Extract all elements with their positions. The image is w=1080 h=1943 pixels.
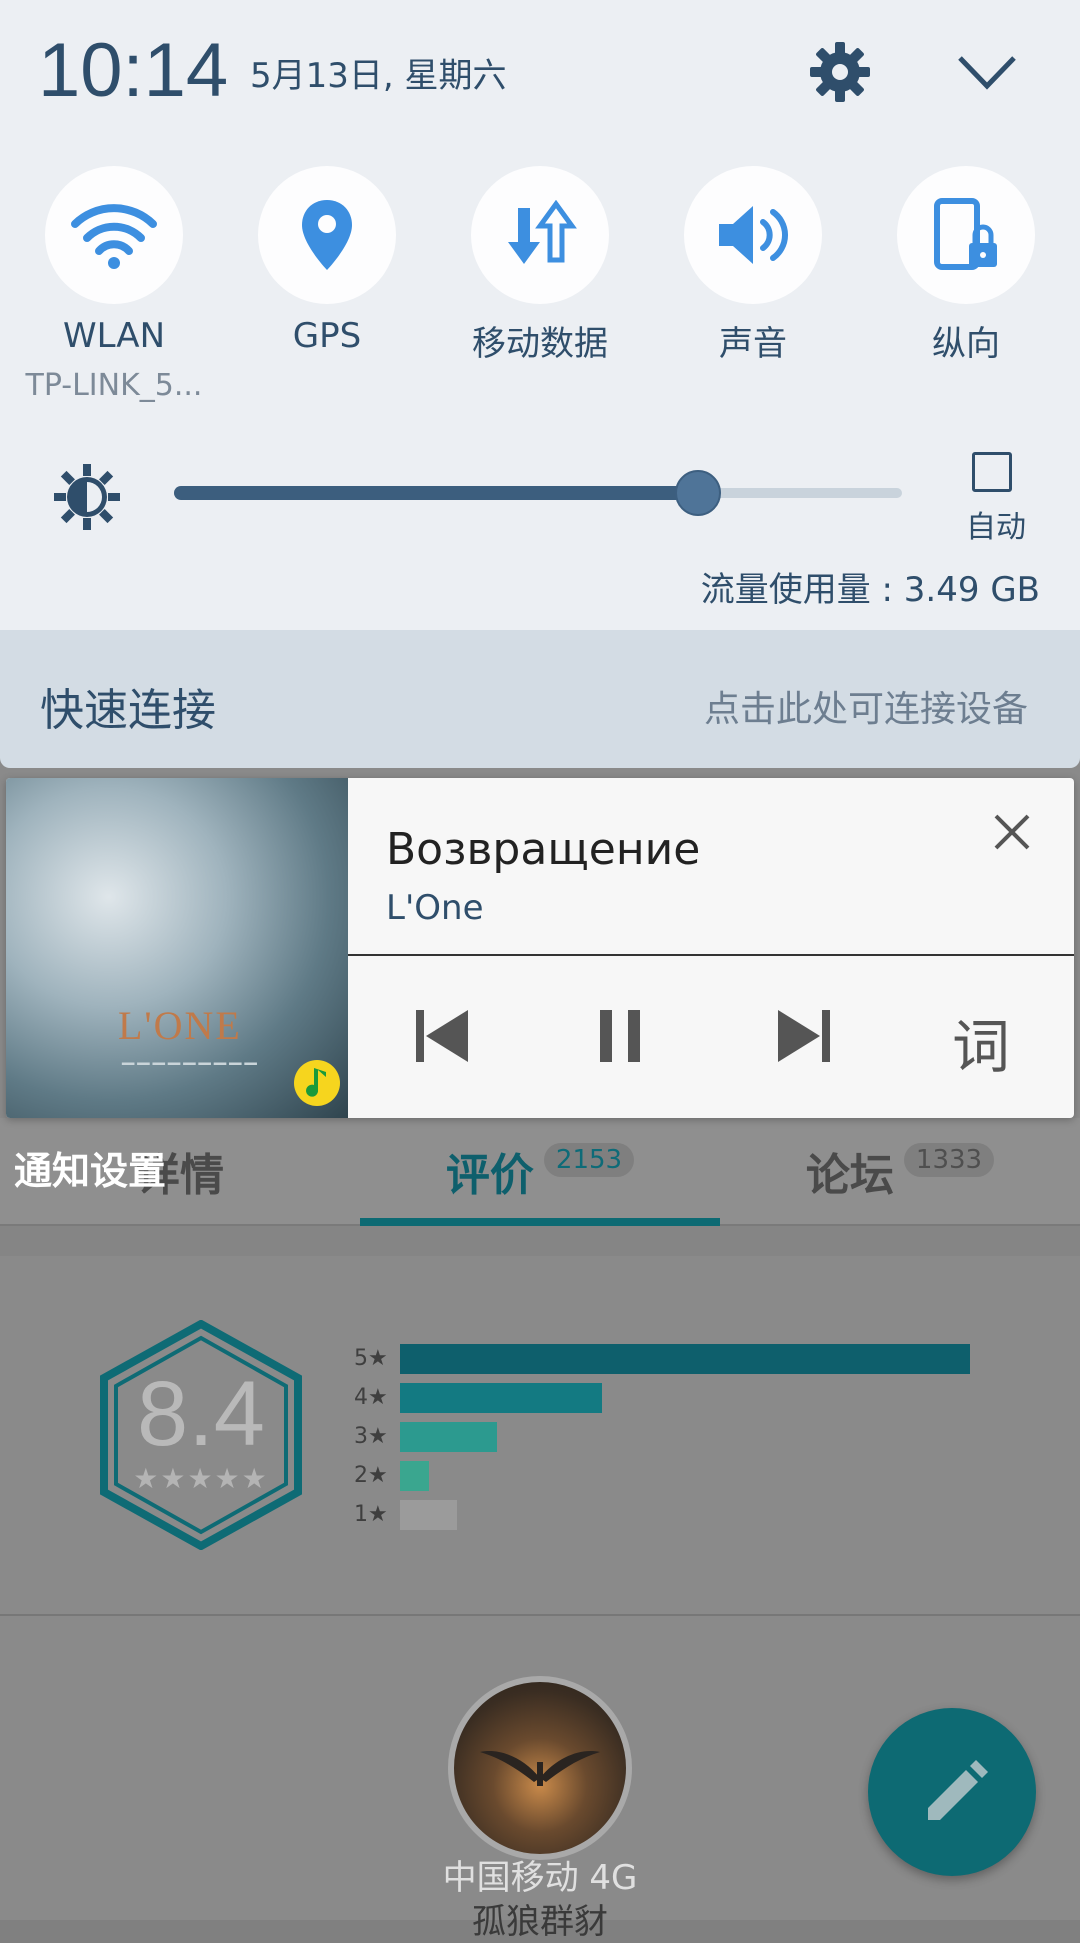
rating-bar-row: 3★	[354, 1422, 970, 1452]
clock: 10:14	[38, 28, 229, 113]
data-usage-text: 流量使用量 : 3.49 GB	[700, 570, 1040, 610]
auto-brightness-checkbox[interactable]	[972, 452, 1012, 492]
auto-brightness-label: 自动	[966, 510, 1026, 545]
tile-sound[interactable]: 声音	[684, 166, 822, 364]
active-tab-indicator	[360, 1218, 720, 1226]
brightness-slider-fill	[174, 486, 698, 500]
wifi-icon	[71, 204, 157, 269]
rating-bar-label: 4★	[354, 1385, 388, 1410]
tile-wlan-ssid: TP-LINK_5...	[25, 368, 203, 403]
music-notification[interactable]: L'ONE ▁▁▁▁▁▁▁▁▁ Возвращение L'One 词	[6, 778, 1074, 1118]
tab-reviews-count: 2153	[543, 1143, 635, 1177]
tile-mobile-data-button[interactable]	[471, 166, 609, 304]
section-divider	[0, 1226, 1080, 1256]
rating-bar-row: 5★	[354, 1344, 970, 1374]
quick-connect-bar[interactable]: 快速连接 点击此处可连接设备	[0, 630, 1080, 768]
quick-settings-panel: 10:14 5月13日, 星期六 WLAN TP-LINK_5... GPS 移…	[0, 0, 1080, 630]
portrait-lock-icon	[934, 198, 997, 270]
album-art: L'ONE ▁▁▁▁▁▁▁▁▁	[6, 778, 348, 1118]
tile-sound-button[interactable]	[684, 166, 822, 304]
song-title: Возвращение	[386, 824, 701, 875]
settings-gear-icon[interactable]	[808, 40, 872, 104]
next-track-icon[interactable]	[774, 1004, 834, 1068]
rating-bar-label: 1★	[354, 1502, 388, 1527]
album-art-text: L'ONE	[118, 1003, 242, 1048]
tile-wlan[interactable]: WLAN TP-LINK_5...	[26, 166, 202, 403]
song-artist: L'One	[386, 888, 484, 928]
tile-mobile-data[interactable]: 移动数据	[471, 166, 609, 364]
location-pin-icon	[302, 200, 352, 270]
rating-bar-label: 5★	[354, 1346, 388, 1371]
mobile-data-arrows-icon	[508, 200, 577, 264]
rating-bar-fill	[400, 1461, 429, 1491]
tile-wlan-button[interactable]	[45, 166, 183, 304]
date: 5月13日, 星期六	[250, 56, 507, 96]
album-art-subtitle-decor: ▁▁▁▁▁▁▁▁▁	[122, 1046, 260, 1065]
speaker-volume-icon	[719, 206, 788, 264]
quick-connect-title: 快速连接	[40, 685, 216, 736]
tab-forum-label: 论坛	[805, 1150, 894, 1201]
lyrics-button[interactable]: 词	[952, 1000, 1010, 1084]
notification-settings-link[interactable]: 通知设置	[14, 1140, 166, 1195]
quick-connect-hint: 点击此处可连接设备	[703, 689, 1028, 730]
previous-track-icon[interactable]	[412, 1004, 472, 1068]
edit-fab-button[interactable]	[868, 1708, 1036, 1876]
rating-bar-fill	[400, 1383, 602, 1413]
angel-wings-icon	[480, 1751, 600, 1786]
tile-orientation-button[interactable]	[897, 166, 1035, 304]
tile-gps-button[interactable]	[258, 166, 396, 304]
rating-bar-row: 4★	[354, 1383, 970, 1413]
rating-bar-fill	[400, 1344, 970, 1374]
rating-bar-row: 2★	[354, 1461, 970, 1491]
user-name: 孤狼群豺	[472, 1902, 608, 1942]
qq-music-icon	[294, 1060, 340, 1106]
score-stars: ★★★★★	[133, 1462, 269, 1495]
score-value: 8.4	[137, 1363, 265, 1465]
pause-icon[interactable]	[590, 1004, 650, 1068]
collapse-chevron-icon[interactable]	[956, 50, 1018, 94]
tab-reviews[interactable]: 评价 2153	[360, 1118, 720, 1226]
rating-bar-fill	[400, 1500, 457, 1530]
tile-orientation-label: 纵向	[932, 324, 1000, 364]
tile-orientation[interactable]: 纵向	[897, 166, 1035, 364]
rating-bar-label: 3★	[354, 1424, 388, 1449]
brightness-slider-thumb[interactable]	[675, 470, 721, 516]
pencil-icon	[928, 1760, 988, 1820]
tab-forum[interactable]: 论坛 1333	[720, 1118, 1080, 1226]
rating-bar-row: 1★	[354, 1500, 970, 1530]
close-icon[interactable]	[992, 812, 1032, 852]
tile-gps[interactable]: GPS	[258, 166, 396, 356]
brightness-icon	[54, 464, 120, 530]
rating-bar-label: 2★	[354, 1463, 388, 1488]
tab-reviews-label: 评价	[445, 1150, 534, 1201]
rating-bar-fill	[400, 1422, 497, 1452]
tab-forum-count: 1333	[903, 1143, 995, 1177]
music-note-icon	[306, 1068, 326, 1097]
music-divider	[348, 954, 1074, 956]
